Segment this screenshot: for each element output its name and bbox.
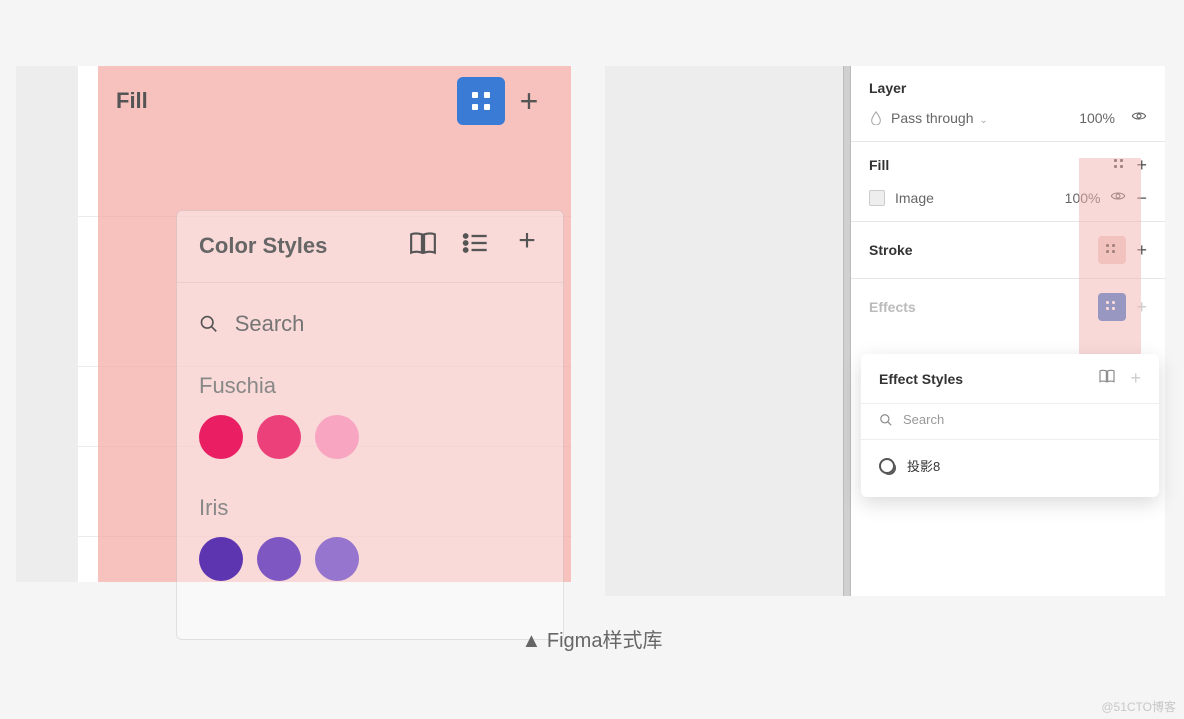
- fill-type-label[interactable]: Image: [895, 190, 1055, 206]
- list-icon[interactable]: [461, 229, 489, 262]
- effect-style-label: 投影8: [907, 456, 940, 475]
- grid-icon: [1114, 159, 1126, 171]
- chevron-down-icon: ⌄: [979, 115, 987, 126]
- search-icon: [199, 313, 219, 335]
- fill-title: Fill: [869, 157, 1114, 173]
- shadow-icon: [879, 458, 895, 474]
- color-styles-header: Color Styles +: [177, 211, 563, 272]
- effects-styles-button[interactable]: [1098, 293, 1126, 321]
- library-icon[interactable]: [409, 229, 437, 262]
- effects-section-header: Effects +: [851, 279, 1165, 335]
- add-effect-button[interactable]: +: [1136, 297, 1147, 318]
- fill-item-row: Image 100% −: [851, 188, 1165, 221]
- color-styles-title: Color Styles: [199, 233, 409, 259]
- create-effect-style-button[interactable]: +: [1130, 368, 1141, 389]
- grid-icon: [472, 92, 490, 110]
- swatch-row: [177, 409, 563, 477]
- add-stroke-button[interactable]: +: [1136, 241, 1147, 259]
- effect-styles-popover: Effect Styles + Search 投影8: [861, 354, 1159, 497]
- fill-visibility-toggle[interactable]: [1110, 188, 1126, 207]
- layer-blend-row: Pass through ⌄ 100%: [851, 102, 1165, 141]
- stroke-styles-button[interactable]: [1098, 236, 1126, 264]
- figure-caption: ▲ Figma样式库: [0, 624, 1184, 653]
- color-swatch[interactable]: [199, 415, 243, 459]
- search-icon: [879, 413, 893, 427]
- effect-styles-title: Effect Styles: [879, 371, 1098, 387]
- effect-styles-header: Effect Styles +: [861, 354, 1159, 403]
- layer-opacity-input[interactable]: 100%: [1079, 110, 1115, 126]
- color-swatch[interactable]: [315, 415, 359, 459]
- style-group-label: Fuschia: [177, 355, 563, 409]
- left-screenshot: Fill + Color Styles +: [16, 66, 571, 582]
- color-styles-popover: Color Styles + Fuschia: [176, 210, 564, 640]
- fill-thumbnail[interactable]: [869, 190, 885, 206]
- right-screenshot: Layer Pass through ⌄ 100% Fill + Image: [605, 66, 1165, 596]
- color-swatch[interactable]: [257, 537, 301, 581]
- effect-style-item[interactable]: 投影8: [861, 440, 1159, 481]
- remove-fill-button[interactable]: −: [1136, 189, 1147, 207]
- blend-mode-select[interactable]: Pass through ⌄: [891, 110, 1071, 126]
- stroke-title: Stroke: [869, 242, 1098, 258]
- style-grid-button[interactable]: [457, 77, 505, 125]
- effect-search-placeholder: Search: [903, 412, 944, 427]
- fill-styles-button[interactable]: [1114, 159, 1126, 171]
- library-icon[interactable]: [1098, 369, 1116, 388]
- color-swatch[interactable]: [199, 537, 243, 581]
- panel-resize-handle[interactable]: [843, 66, 851, 596]
- grid-icon: [1106, 301, 1118, 313]
- stroke-section-header: Stroke +: [851, 222, 1165, 278]
- color-styles-search[interactable]: [177, 282, 563, 355]
- color-swatch[interactable]: [257, 415, 301, 459]
- effects-title: Effects: [869, 299, 1098, 315]
- left-canvas-gutter: [16, 66, 78, 582]
- add-fill-button[interactable]: +: [1136, 156, 1147, 174]
- create-style-button[interactable]: +: [513, 229, 541, 257]
- swatch-row: [177, 531, 563, 599]
- grid-icon: [1106, 244, 1118, 256]
- fill-section-header: Fill +: [98, 66, 571, 136]
- fill-title: Fill: [116, 88, 457, 114]
- color-swatch[interactable]: [315, 537, 359, 581]
- effect-styles-search[interactable]: Search: [861, 403, 1159, 440]
- watermark: @51CTO博客: [1101, 698, 1176, 715]
- layer-section-title: Layer: [851, 66, 1165, 102]
- style-group-label: Iris: [177, 477, 563, 531]
- blend-mode-icon: [869, 111, 883, 125]
- add-fill-button[interactable]: +: [505, 83, 553, 120]
- fill-section-header: Fill +: [851, 142, 1165, 188]
- fill-opacity-input[interactable]: 100%: [1065, 190, 1101, 206]
- color-styles-search-input[interactable]: [235, 311, 541, 337]
- design-panel: Layer Pass through ⌄ 100% Fill + Image: [851, 66, 1165, 596]
- visibility-toggle[interactable]: [1131, 108, 1147, 127]
